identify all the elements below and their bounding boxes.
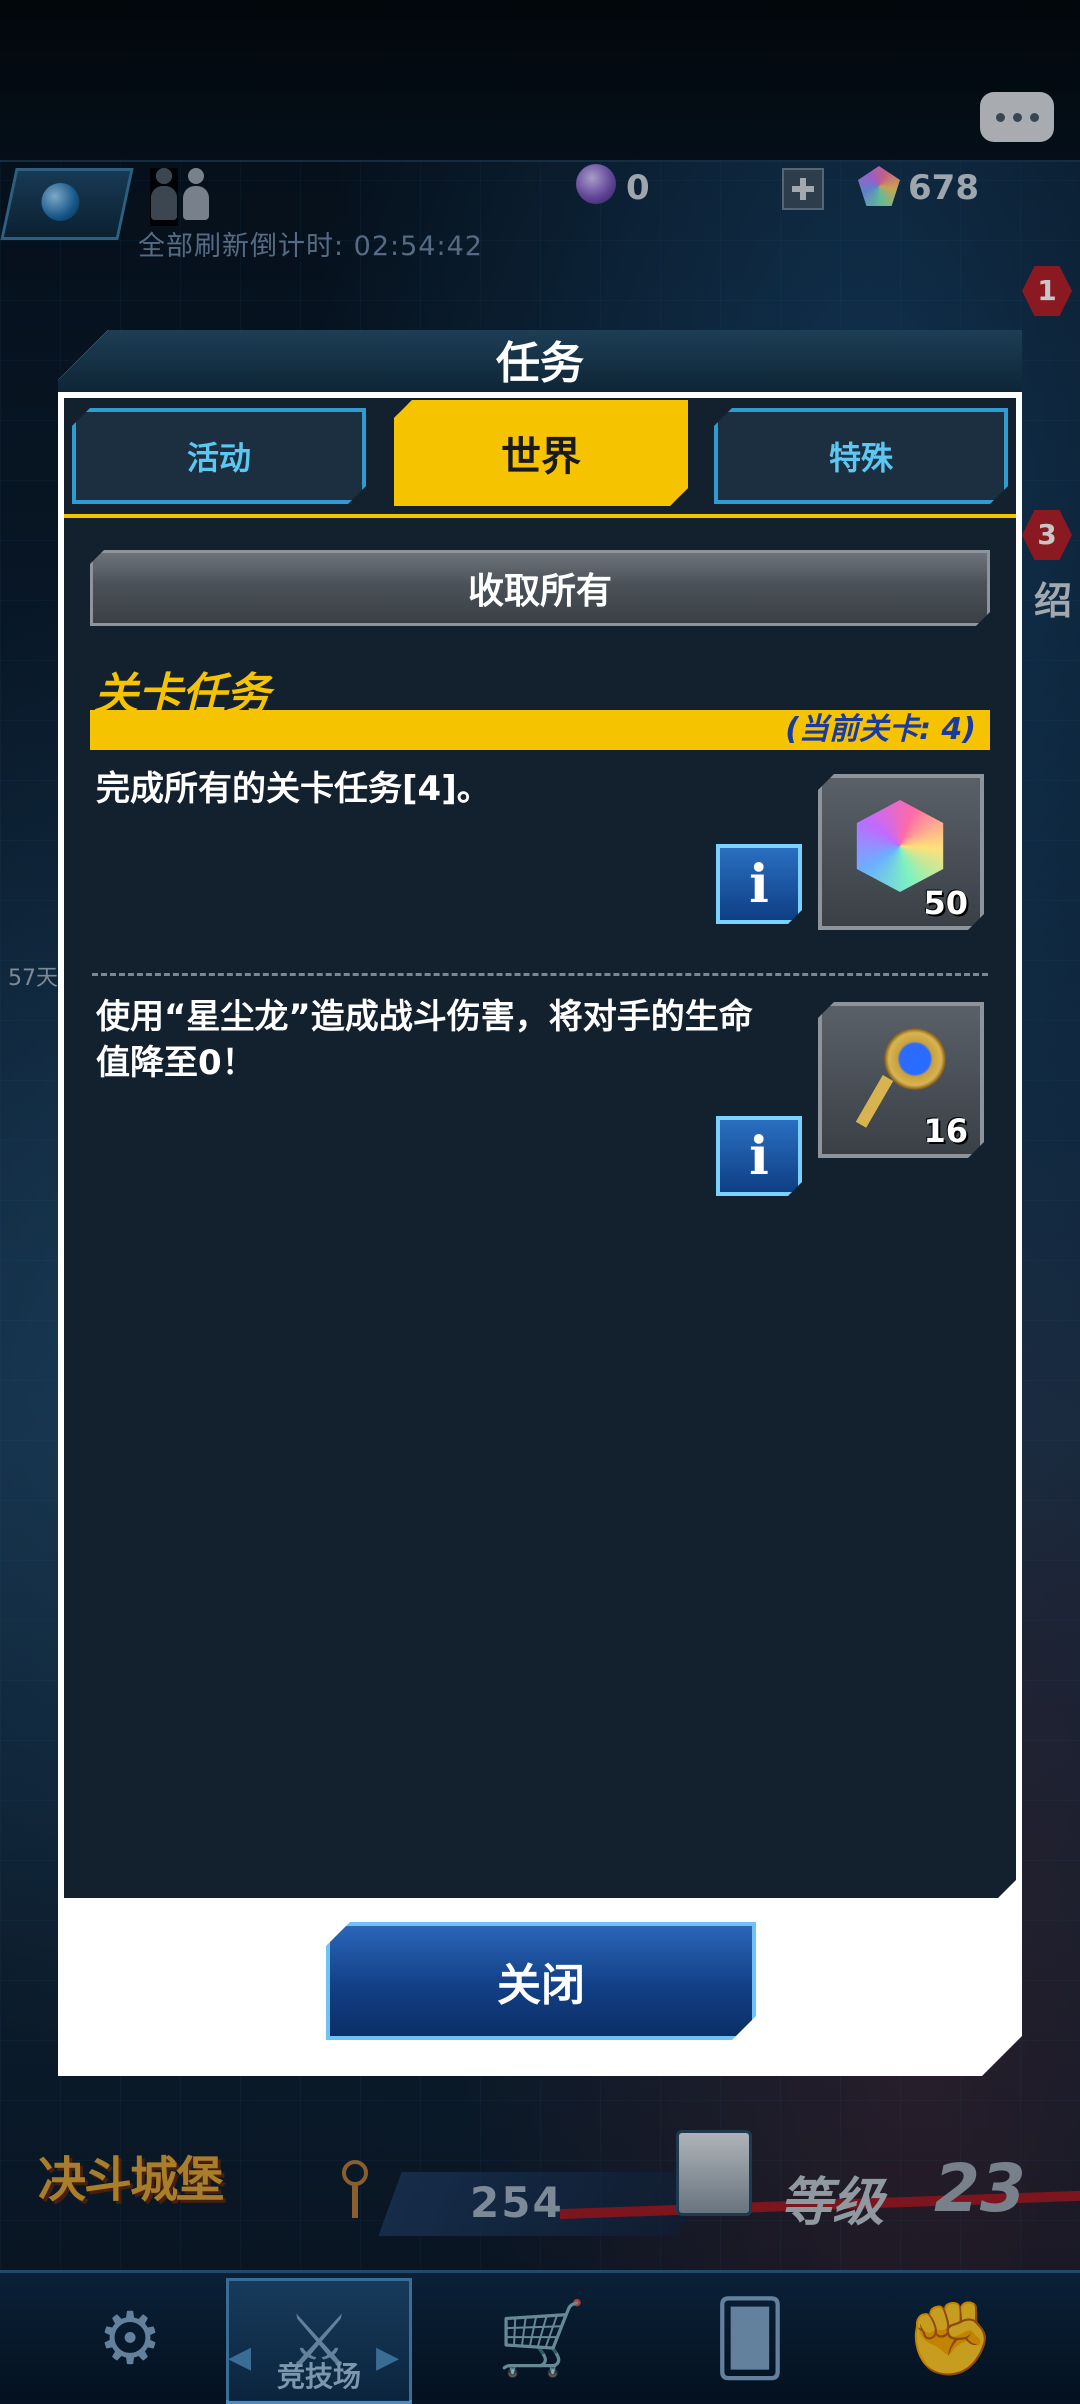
tab-underline [64, 514, 1016, 518]
tab-bar: 活动 世界 特殊 [64, 398, 1016, 518]
tab-world[interactable]: 世界 [394, 400, 688, 506]
mission-description: 完成所有的关卡任务[4]。 [96, 769, 491, 809]
mission-divider [92, 973, 988, 976]
reward-tile[interactable]: 16 [818, 1002, 984, 1158]
reward-count: 50 [923, 884, 968, 922]
reward-count: 16 [923, 1112, 968, 1150]
section-bar: (当前关卡: 4) [90, 710, 990, 750]
dialog-title: 任务 [496, 338, 584, 389]
tab-special[interactable]: 特殊 [714, 408, 1008, 504]
reward-tile[interactable]: 50 [818, 774, 984, 930]
close-button[interactable]: 关闭 [326, 1922, 756, 2040]
info-button[interactable]: i [716, 844, 802, 924]
collect-all-button[interactable]: 收取所有 [90, 550, 990, 626]
current-stage: (当前关卡: 4) [785, 712, 976, 747]
mission-description: 使用“星尘龙”造成战斗伤害，将对手的生命值降至0！ [96, 997, 753, 1083]
gem-icon [852, 800, 948, 892]
tab-events[interactable]: 活动 [72, 408, 366, 504]
info-button[interactable]: i [716, 1116, 802, 1196]
